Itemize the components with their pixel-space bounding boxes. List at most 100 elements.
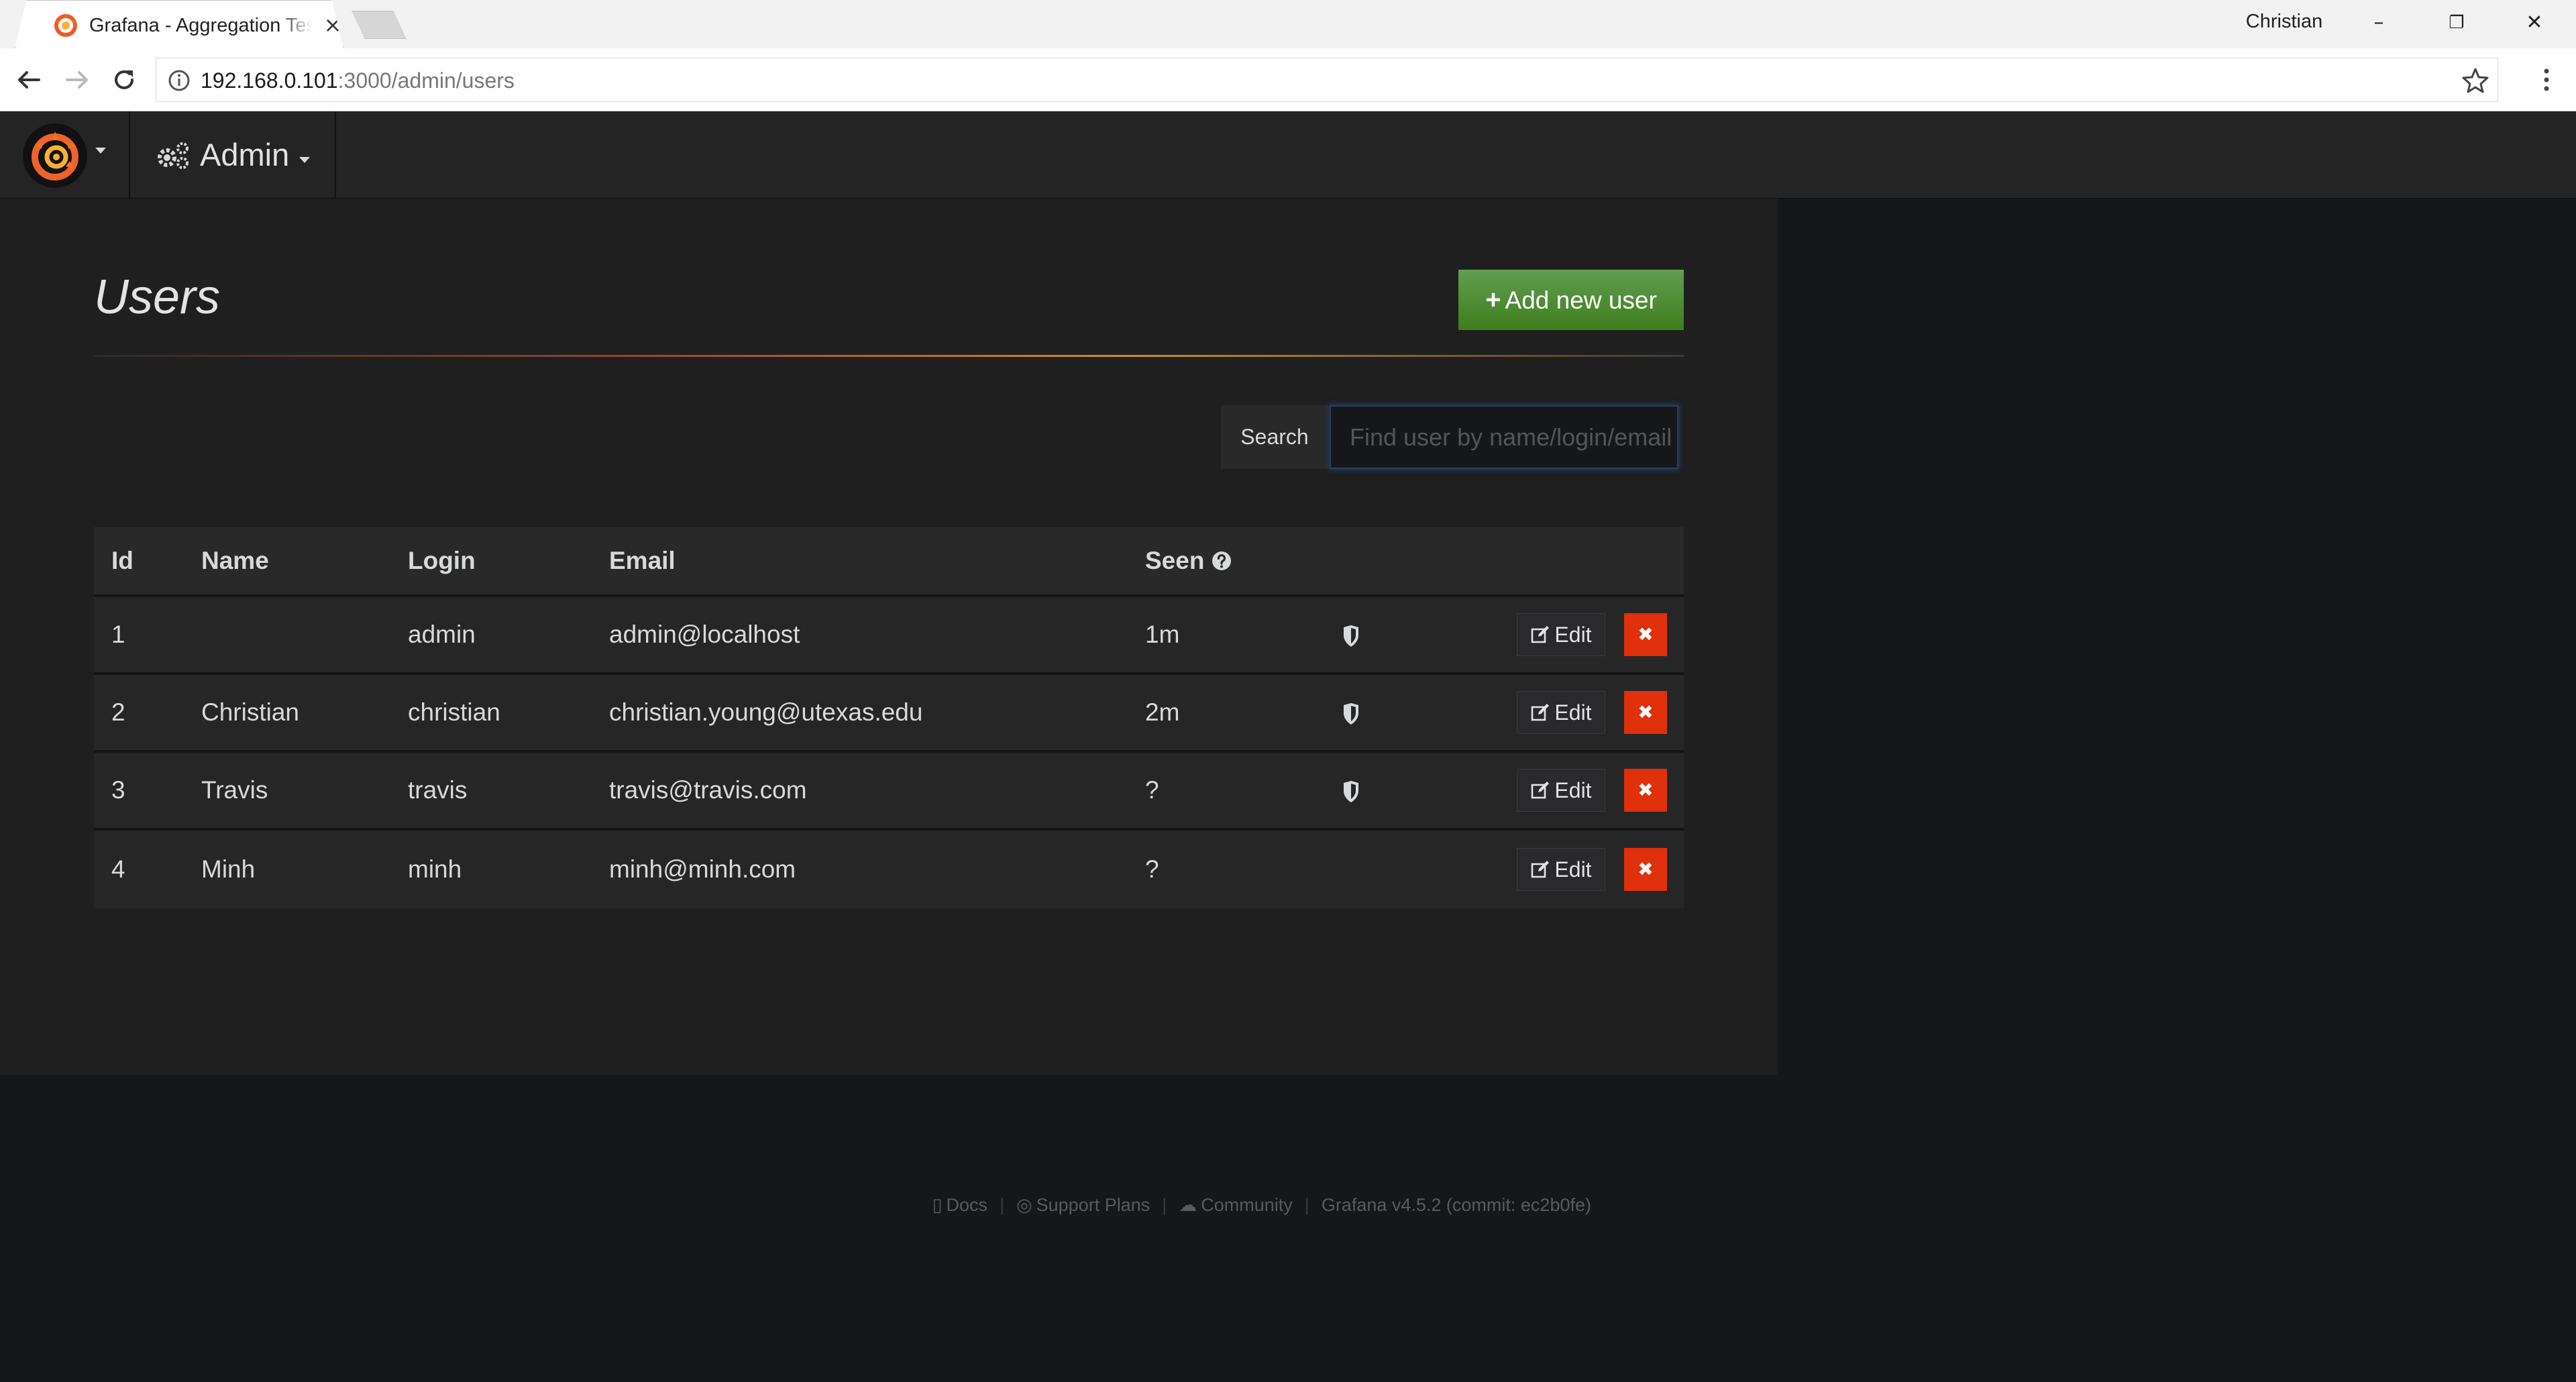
cell-name (184, 597, 390, 675)
shield-icon (1344, 781, 1358, 803)
delete-user-button[interactable]: ✖ (1624, 691, 1667, 734)
minimize-icon[interactable]: – (2359, 7, 2399, 39)
support-plans-label: Support Plans (1036, 1195, 1150, 1215)
cell-seen: ? (1128, 831, 1313, 908)
address-bar[interactable]: 192.168.0.101:3000/admin/users (156, 58, 2498, 102)
cell-id: 1 (94, 597, 184, 675)
remove-icon: ✖ (1638, 623, 1654, 645)
info-icon[interactable] (167, 68, 191, 93)
search-label: Search (1221, 405, 1328, 469)
restore-icon[interactable]: ❐ (2436, 7, 2477, 39)
cell-id: 4 (94, 831, 184, 908)
users-table: Id Name Login Email Seen 1 admin admin@loc… (94, 527, 1684, 908)
docs-label: Docs (946, 1195, 988, 1215)
close-tab-icon[interactable]: × (321, 13, 343, 37)
table-row: 3 Travis travis travis@travis.com? Edit ✖ (94, 753, 1684, 831)
close-window-icon[interactable]: ✕ (2514, 7, 2555, 39)
support-icon: ◎ (1016, 1195, 1032, 1215)
question-circle-icon[interactable] (1211, 550, 1232, 572)
edit-label: Edit (1554, 857, 1592, 882)
search-input[interactable] (1330, 405, 1678, 469)
edit-user-button[interactable]: Edit (1517, 613, 1605, 656)
header-seen-label: Seen (1145, 547, 1205, 574)
edit-icon (1532, 861, 1550, 878)
file-icon: ▯ (932, 1195, 943, 1215)
cell-seen: ? (1128, 753, 1313, 831)
cell-email: travis@travis.com (592, 753, 1128, 831)
remove-icon: ✖ (1638, 779, 1654, 801)
page-title: Users (94, 270, 221, 324)
docs-link[interactable]: ▯ Docs (932, 1195, 987, 1215)
cell-admin (1313, 753, 1499, 831)
back-arrow-icon[interactable] (13, 64, 44, 95)
browser-menu-icon[interactable] (2533, 64, 2560, 95)
users-table-body: 1 admin admin@localhost 1m Edit ✖ 2 Christian ch… (94, 597, 1684, 908)
grafana-logo-menu[interactable] (0, 111, 130, 199)
grafana-navbar: Admin (0, 111, 2576, 199)
chevron-down-icon (299, 157, 310, 163)
cogs-icon (158, 142, 189, 169)
forward-arrow-icon[interactable] (62, 64, 93, 95)
browser-tab-strip: Grafana - Aggregation Testing × Christia… (0, 0, 2576, 48)
url-host: 192.168.0.101 (201, 68, 338, 93)
new-tab-button[interactable] (352, 11, 407, 39)
chevron-down-icon (95, 148, 106, 154)
delete-user-button[interactable]: ✖ (1624, 848, 1667, 891)
cell-login: travis (390, 753, 592, 831)
delete-user-button[interactable]: ✖ (1624, 613, 1667, 656)
cell-login: minh (390, 831, 592, 908)
cell-name: Travis (184, 753, 390, 831)
cell-name: Minh (184, 831, 390, 908)
admin-section-menu[interactable]: Admin (131, 111, 336, 199)
admin-section-label: Admin (200, 137, 290, 172)
table-row: 1 admin admin@localhost 1m Edit ✖ (94, 597, 1684, 675)
url-path: :3000/admin/users (337, 68, 515, 93)
delete-user-button[interactable]: ✖ (1624, 769, 1667, 812)
profile-name[interactable]: Christian (2234, 8, 2334, 35)
reload-icon[interactable] (109, 64, 140, 95)
cell-email: christian.young@utexas.edu (592, 675, 1128, 753)
browser-toolbar: 192.168.0.101:3000/admin/users (0, 48, 2576, 111)
table-row: 4 Minh minh minh@minh.com? Edit ✖ (94, 831, 1684, 908)
community-label: Community (1201, 1195, 1293, 1215)
cell-id: 3 (94, 753, 184, 831)
support-plans-link[interactable]: ◎ Support Plans (1016, 1195, 1150, 1215)
edit-user-button[interactable]: Edit (1517, 848, 1605, 891)
cell-actions: Edit ✖ (1499, 597, 1684, 675)
header-admin (1313, 527, 1499, 597)
edit-user-button[interactable]: Edit (1517, 691, 1605, 734)
header-name: Name (184, 527, 390, 597)
community-link[interactable]: ☁ Community (1179, 1195, 1293, 1215)
edit-icon (1532, 704, 1550, 721)
cell-email: admin@localhost (592, 597, 1128, 675)
cell-actions: Edit ✖ (1499, 753, 1684, 831)
header-seen: Seen (1128, 527, 1313, 597)
tab-title: Grafana - Aggregation Testing (89, 15, 312, 36)
header-id: Id (94, 527, 184, 597)
cell-admin (1313, 675, 1499, 753)
header-login: Login (390, 527, 592, 597)
cell-email: minh@minh.com (592, 831, 1128, 908)
cell-admin (1313, 597, 1499, 675)
add-new-user-label: Add new user (1505, 286, 1657, 314)
table-header-row: Id Name Login Email Seen (94, 527, 1684, 597)
browser-tab[interactable]: Grafana - Aggregation Testing × (15, 0, 343, 48)
bookmark-star-icon[interactable] (2461, 66, 2489, 95)
header-actions (1499, 527, 1684, 597)
cell-login: admin (390, 597, 592, 675)
footer-separator: | (1304, 1195, 1309, 1215)
edit-user-button[interactable]: Edit (1517, 769, 1605, 812)
shield-icon (1344, 703, 1358, 725)
edit-icon (1532, 626, 1550, 643)
header-email: Email (592, 527, 1128, 597)
add-new-user-button[interactable]: + Add new user (1458, 270, 1684, 330)
cell-actions: Edit ✖ (1499, 675, 1684, 753)
footer-separator: | (1000, 1195, 1005, 1215)
footer-separator: | (1162, 1195, 1167, 1215)
cell-name: Christian (184, 675, 390, 753)
cell-actions: Edit ✖ (1499, 831, 1684, 908)
edit-icon (1532, 782, 1550, 799)
remove-icon: ✖ (1638, 701, 1654, 723)
plus-icon: + (1485, 285, 1501, 315)
edit-label: Edit (1554, 623, 1592, 647)
